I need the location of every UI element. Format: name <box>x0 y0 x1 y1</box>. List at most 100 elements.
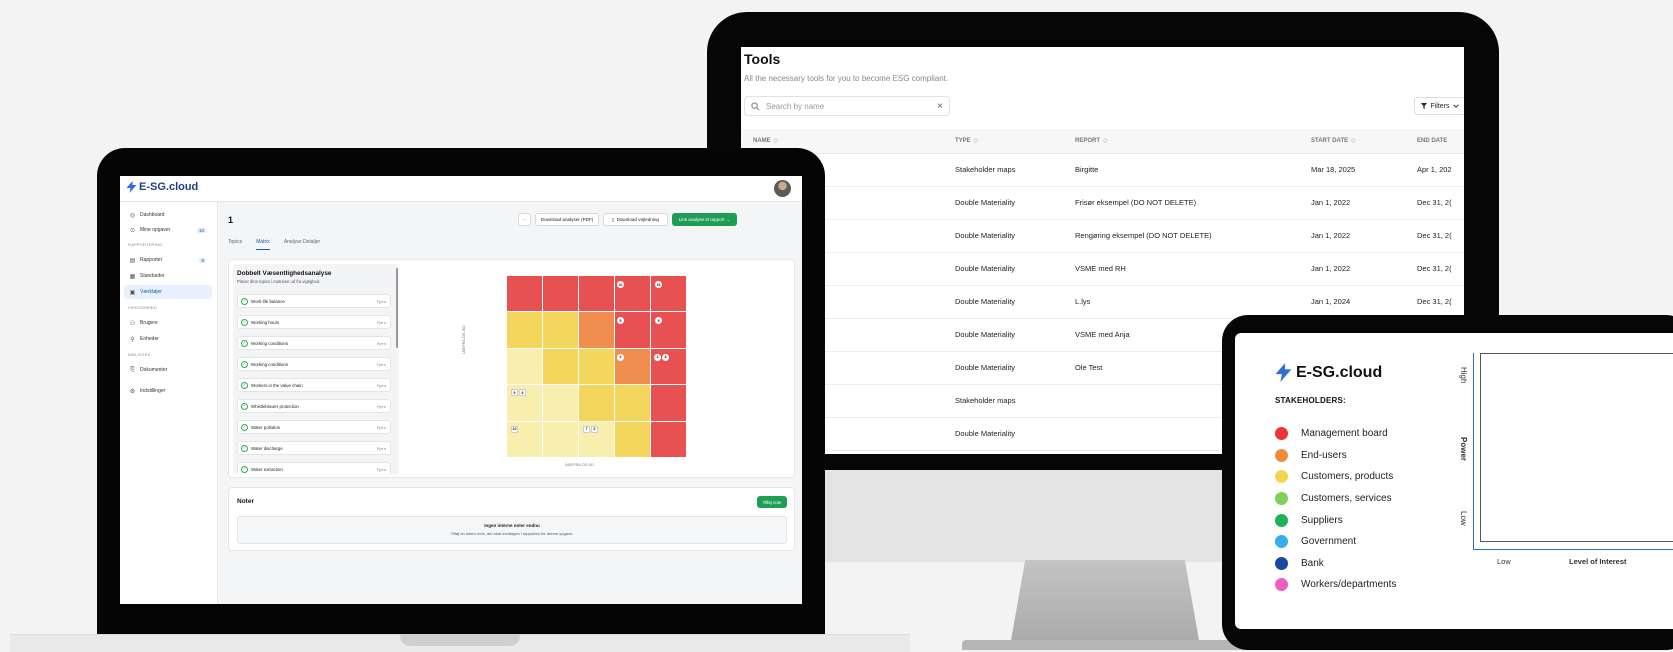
table-row[interactable]: IA 2022Double MaterialityFrisør eksempel… <box>741 186 1464 220</box>
avatar[interactable] <box>774 180 791 197</box>
filters-button[interactable]: Filters <box>1414 97 1464 115</box>
topic-marker[interactable]: 8 <box>662 353 669 361</box>
matrix-cell[interactable]: 5 <box>615 312 650 348</box>
topic-marker[interactable]: 10 <box>617 281 624 288</box>
column-header-start-date[interactable]: START DATE ◇ <box>1311 129 1417 154</box>
matrix-cell[interactable]: 76 <box>579 421 614 457</box>
table-row[interactable]: d DMA 2022/23Double MaterialityVSME med … <box>741 252 1464 286</box>
topic-marker[interactable]: 9 <box>655 317 662 325</box>
more-button[interactable]: ··· <box>518 213 531 226</box>
topics-panel: Dobbelt Væsentlighedsanalyse Placer dine… <box>233 264 399 474</box>
matrix-cell[interactable] <box>543 276 578 312</box>
topic-item[interactable]: ✓ Whistleblower protection Fjern <box>237 399 391 413</box>
matrix-cell[interactable] <box>615 421 650 457</box>
legend-dot <box>1275 427 1288 441</box>
matrix-cell[interactable] <box>615 385 650 421</box>
page-title: Tools <box>744 51 781 67</box>
matrix-cell[interactable]: 10 <box>615 276 650 312</box>
matrix-cell[interactable] <box>651 421 686 457</box>
sidebar-item-settings[interactable]: ⚙ Indstillinger <box>124 384 212 398</box>
column-header-end-date[interactable]: END DATE <box>1417 129 1464 154</box>
topic-marker[interactable]: 10 <box>511 425 518 433</box>
remove-link[interactable]: Fjern <box>377 467 386 472</box>
topic-marker[interactable]: 7 <box>583 425 590 433</box>
topic-marker[interactable]: 5 <box>511 389 518 397</box>
sidebar-item-entities[interactable]: ⚲ Enheder <box>124 332 212 346</box>
topic-marker[interactable]: 6 <box>591 425 598 433</box>
legend-item: Workers/departments <box>1275 574 1396 596</box>
topic-item[interactable]: ✓ Working conditions Fjern <box>237 357 391 371</box>
matrix-cell[interactable] <box>507 276 542 312</box>
matrix-cell[interactable] <box>543 312 578 348</box>
remove-link[interactable]: Fjern <box>377 362 386 367</box>
remove-link[interactable]: Fjern <box>377 404 386 409</box>
matrix-cell[interactable]: 4 <box>615 348 650 385</box>
add-note-button[interactable]: Tilføj note <box>757 496 787 508</box>
search-input[interactable] <box>766 101 932 111</box>
link-analysis-button[interactable]: Link analyse til rapport ⌄ <box>672 213 737 226</box>
remove-link[interactable]: Fjern <box>377 446 386 451</box>
table-row[interactable]: d DMA 2022/23Double MaterialityRengøring… <box>741 219 1464 253</box>
search-box[interactable]: × <box>744 96 950 116</box>
matrix-cell[interactable]: 16 <box>651 276 686 312</box>
matrix-cell[interactable] <box>507 312 542 348</box>
column-header-type[interactable]: TYPE ◇ <box>955 129 1075 154</box>
sidebar-item-documents[interactable]: ⎘ Dokumenter <box>124 363 212 377</box>
matrix-cell[interactable]: 10 <box>507 421 542 457</box>
matrix-cell[interactable] <box>543 421 578 457</box>
topic-marker[interactable]: 4 <box>617 353 624 361</box>
x-axis-label: INDEFRA-OG-UD <box>565 463 594 467</box>
reports-badge: 8 <box>199 257 206 263</box>
topic-item[interactable]: ✓ Water discharge Fjern <box>237 441 391 455</box>
remove-link[interactable]: Fjern <box>377 383 386 388</box>
topic-marker[interactable]: 5 <box>617 317 624 325</box>
matrix-cell[interactable] <box>507 348 542 385</box>
search-icon <box>751 101 760 110</box>
download-pdf-button[interactable]: Download analyser (PDF) <box>535 213 599 226</box>
sidebar-item-standards[interactable]: ▦ Standarder <box>124 269 212 283</box>
tab-topics[interactable]: Topics <box>228 239 242 250</box>
topic-item[interactable]: ✓ Working hours Fjern <box>237 315 391 329</box>
topic-item[interactable]: ✓ Work-life balance Fjern <box>237 294 391 308</box>
tasks-badge: 10 <box>196 227 206 233</box>
download-guide-button[interactable]: ▯ Download vejledning <box>603 213 668 226</box>
tab-matrix[interactable]: Matrix <box>256 239 270 250</box>
sidebar-item-tasks[interactable]: ⊙ Mine opgaver 10 <box>124 223 212 237</box>
sidebar-item-dashboard[interactable]: ◎ Dashboard <box>124 208 212 222</box>
matrix-cell[interactable]: 38 <box>651 348 686 385</box>
remove-link[interactable]: Fjern <box>377 341 386 346</box>
topic-item[interactable]: ✓ Water extraction Fjern <box>237 462 391 474</box>
matrix-cell[interactable] <box>543 348 578 385</box>
sidebar-item-users[interactable]: ⚇ Brugere <box>124 316 212 330</box>
matrix-cell[interactable] <box>651 385 686 421</box>
remove-link[interactable]: Fjern <box>377 320 386 325</box>
matrix-cell[interactable] <box>579 348 614 385</box>
topic-marker[interactable]: 16 <box>655 281 662 288</box>
topic-marker[interactable]: 8 <box>519 389 526 397</box>
table-row[interactable]: Stakeholder maps Birgitte Mar 18, 2025 Apr … <box>741 153 1464 187</box>
remove-link[interactable]: Fjern <box>377 299 386 304</box>
check-icon: ✓ <box>241 465 248 473</box>
scrollbar[interactable] <box>396 268 398 348</box>
legend-dot <box>1275 470 1288 484</box>
matrix-cell[interactable] <box>579 276 614 312</box>
tasks-icon: ⊙ <box>129 227 136 234</box>
topic-item[interactable]: ✓ Working conditions Fjern <box>237 336 391 350</box>
topic-item[interactable]: ✓ Workers in the value chain Fjern <box>237 378 391 392</box>
clear-search-icon[interactable]: × <box>937 101 943 112</box>
sidebar-item-reports[interactable]: ▤ Rapporter 8 <box>124 253 212 267</box>
matrix-cell[interactable] <box>579 312 614 348</box>
matrix-cell[interactable]: 9 <box>651 312 686 348</box>
matrix-cell[interactable] <box>543 385 578 421</box>
topic-item[interactable]: ✓ Water pollution Fjern <box>237 420 391 434</box>
matrix-cell[interactable]: 58 <box>507 385 542 421</box>
brand-logo[interactable]: E-SG.cloud <box>126 181 198 193</box>
remove-link[interactable]: Fjern <box>377 425 386 430</box>
matrix-cell[interactable] <box>579 385 614 421</box>
filters-label: Filters <box>1430 102 1450 110</box>
tab-analysis-details[interactable]: Analyse Detaljer <box>284 239 320 250</box>
sidebar-item-tools[interactable]: ▣ Værktøjer <box>124 285 212 299</box>
topic-marker[interactable]: 3 <box>654 353 661 361</box>
table-row[interactable]: Double Materiality L.lys Jan 1, 2024 Dec 31… <box>741 285 1464 319</box>
column-header-report[interactable]: REPORT ◇ <box>1075 129 1311 154</box>
